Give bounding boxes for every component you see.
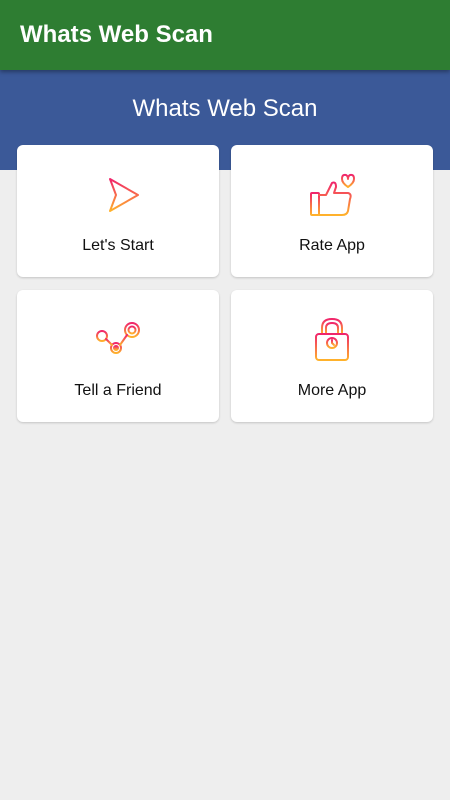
tell-a-friend-label: Tell a Friend	[74, 382, 162, 399]
lets-start-label: Let's Start	[82, 237, 154, 254]
app-bar-title: Whats Web Scan	[20, 21, 213, 48]
share-nodes-icon	[17, 316, 219, 364]
rate-app-card[interactable]: Rate App	[231, 145, 433, 277]
more-app-label: More App	[297, 382, 367, 399]
app-bar: Whats Web Scan	[0, 0, 450, 70]
more-app-card[interactable]: More App	[231, 290, 433, 422]
header-title: Whats Web Scan	[132, 95, 318, 122]
play-arrow-icon	[17, 171, 219, 219]
lock-bag-icon	[231, 316, 433, 364]
rate-app-label: Rate App	[299, 237, 365, 254]
lets-start-card[interactable]: Let's Start	[17, 145, 219, 277]
thumbs-up-heart-icon	[231, 171, 433, 219]
tell-a-friend-card[interactable]: Tell a Friend	[17, 290, 219, 422]
